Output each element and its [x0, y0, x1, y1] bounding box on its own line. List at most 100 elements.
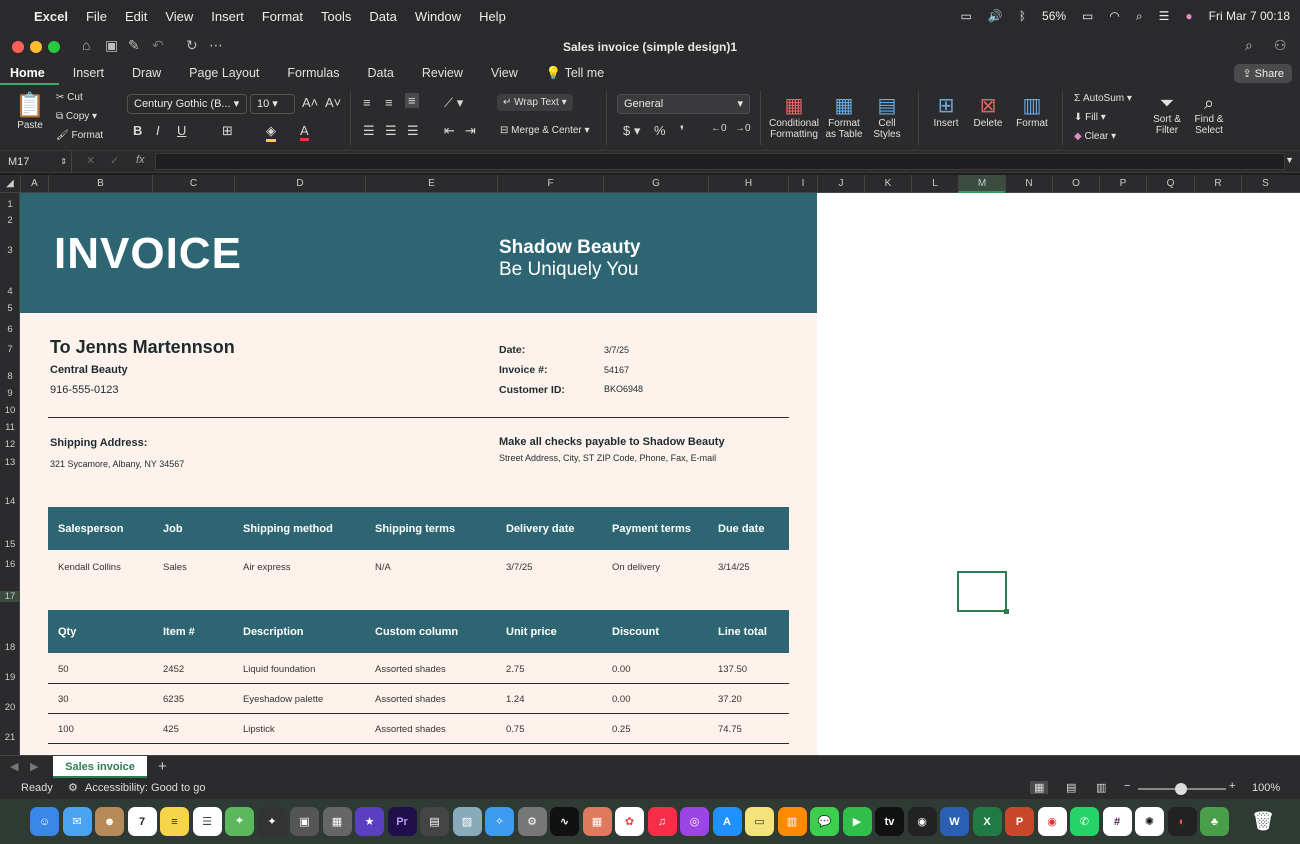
column-header[interactable]: A — [20, 175, 48, 193]
spotlight-icon[interactable]: ⌕ — [1136, 9, 1143, 24]
mail-icon[interactable]: ✉ — [62, 807, 92, 836]
add-sheet-icon[interactable]: + — [158, 758, 167, 775]
table-cell[interactable]: 37.20 — [718, 694, 742, 705]
sort-filter-button[interactable]: ⏷ Sort & Filter — [1148, 93, 1186, 136]
zoom-in-icon[interactable]: + — [1229, 780, 1235, 792]
accessibility-status[interactable]: Accessibility: Good to go — [85, 782, 205, 794]
bluetooth-icon[interactable]: ᛒ — [1019, 9, 1026, 23]
app-store-icon[interactable]: A — [712, 807, 742, 836]
table-header-cell[interactable]: Due date — [718, 523, 764, 535]
redo-icon[interactable]: ↻ — [186, 37, 198, 54]
company-name[interactable]: Shadow Beauty — [499, 237, 640, 259]
sheet-tab-sales-invoice[interactable]: Sales invoice — [53, 756, 147, 778]
chatgpt-icon[interactable]: ✺ — [1135, 807, 1164, 836]
column-header[interactable]: D — [234, 175, 365, 193]
books-icon[interactable]: ▥ — [777, 807, 807, 836]
table-cell[interactable]: Assorted shades — [375, 724, 446, 735]
menu-edit[interactable]: Edit — [116, 9, 156, 24]
row-header[interactable]: 5 — [0, 303, 20, 314]
paste-button[interactable]: 📋 Paste — [12, 91, 48, 131]
slack-icon[interactable]: # — [1102, 807, 1132, 836]
table-cell[interactable]: Liquid foundation — [243, 664, 315, 675]
menu-help[interactable]: Help — [470, 9, 515, 24]
menu-insert[interactable]: Insert — [202, 9, 253, 24]
row-header[interactable]: 6 — [0, 324, 20, 335]
table-cell[interactable]: 50 — [58, 664, 69, 675]
tab-insert[interactable]: Insert — [59, 61, 118, 85]
table-header-cell[interactable]: Delivery date — [506, 523, 574, 535]
podcasts-icon[interactable]: ◎ — [680, 807, 709, 836]
checks-payable-note[interactable]: Make all checks payable to Shadow Beauty — [499, 436, 725, 448]
row-header[interactable]: 13 — [0, 457, 20, 468]
battery-percent[interactable]: 56% — [1042, 9, 1066, 23]
find-select-button[interactable]: ⌕ Find & Select — [1190, 93, 1228, 136]
table-cell[interactable]: 74.75 — [718, 724, 742, 735]
cancel-icon[interactable]: ✕ — [86, 154, 95, 167]
finder-icon[interactable]: ☺ — [30, 807, 59, 836]
table-header-cell[interactable]: Qty — [58, 626, 76, 638]
column-header[interactable]: R — [1194, 175, 1241, 193]
pickup-icon[interactable]: ♣ — [1200, 807, 1229, 836]
calculator-icon[interactable]: ▦ — [322, 807, 352, 836]
zoom-level[interactable]: 100% — [1252, 782, 1280, 794]
excel-icon[interactable]: X — [972, 807, 1002, 836]
prev-sheet-icon[interactable]: ◀ — [10, 760, 18, 773]
table-cell[interactable]: 3/14/25 — [718, 562, 750, 573]
creative-cloud-icon[interactable]: ◐ — [1167, 807, 1197, 836]
expand-formula-icon[interactable]: ▼ — [1285, 155, 1294, 165]
powerpoint-icon[interactable]: P — [1005, 807, 1034, 836]
row-header-selected[interactable]: 17 — [0, 591, 20, 602]
cut-button[interactable]: ✂ Cut — [56, 92, 83, 103]
increase-font-icon[interactable]: A˄ — [302, 95, 318, 110]
name-box[interactable]: M17 ⇕ — [0, 151, 72, 173]
column-header[interactable]: P — [1099, 175, 1146, 193]
column-header[interactable]: G — [603, 175, 708, 193]
tab-data[interactable]: Data — [353, 61, 407, 85]
zoom-slider-thumb[interactable] — [1175, 783, 1187, 795]
save-icon[interactable]: ▣ — [105, 37, 118, 54]
premiere-icon[interactable]: Pr — [387, 807, 417, 836]
row-header[interactable]: 7 — [0, 344, 20, 355]
system-settings-icon[interactable]: ⚙ — [517, 807, 547, 836]
decrease-font-icon[interactable]: A˅ — [325, 95, 341, 110]
currency-icon[interactable]: $ ▾ — [623, 123, 640, 139]
row-header[interactable]: 8 — [0, 371, 20, 382]
decrease-decimal-icon[interactable]: →0 — [735, 123, 751, 134]
row-header[interactable]: 19 — [0, 672, 20, 683]
screen-icon[interactable]: ▭ — [961, 9, 972, 23]
table-header-cell[interactable]: Salesperson — [58, 523, 123, 535]
format-cells-button[interactable]: ▥ Format — [1012, 93, 1052, 129]
table-cell[interactable]: 2.75 — [506, 664, 525, 675]
column-header[interactable]: H — [708, 175, 788, 193]
table-header-cell[interactable]: Shipping method — [243, 523, 333, 535]
contacts-icon[interactable]: ☻ — [95, 807, 124, 836]
tab-home[interactable]: Home — [0, 61, 59, 85]
table-cell[interactable]: 0.25 — [612, 724, 631, 735]
tab-review[interactable]: Review — [408, 61, 477, 85]
menu-view[interactable]: View — [156, 9, 202, 24]
table-header-cell[interactable]: Job — [163, 523, 183, 535]
selected-cell-m17[interactable] — [957, 571, 1009, 614]
clear-button[interactable]: ◆ Clear ▾ — [1074, 131, 1116, 142]
table-header-cell[interactable]: Description — [243, 626, 304, 638]
clock[interactable]: Fri Mar 7 00:18 — [1209, 9, 1290, 23]
date-value[interactable]: 3/7/25 — [604, 345, 629, 355]
comma-icon[interactable]: ❜ — [680, 123, 684, 139]
photos-app-icon[interactable]: ✦ — [257, 807, 287, 836]
orientation-icon[interactable]: ⟋ ▾ — [444, 95, 463, 111]
increase-indent-icon[interactable]: ⇥ — [465, 123, 476, 139]
table-header-cell[interactable]: Shipping terms — [375, 523, 455, 535]
table-cell[interactable]: On delivery — [612, 562, 660, 573]
column-header[interactable]: O — [1052, 175, 1099, 193]
row-header[interactable]: 11 — [0, 422, 20, 433]
activity-monitor-icon[interactable]: ∿ — [550, 807, 579, 836]
photos-icon[interactable]: ✿ — [615, 807, 644, 836]
row-header[interactable]: 12 — [0, 439, 20, 450]
row-header[interactable]: 2 — [0, 215, 20, 226]
page-break-view-icon[interactable]: ▥ — [1096, 781, 1106, 794]
row-header[interactable]: 18 — [0, 642, 20, 653]
column-header[interactable]: F — [497, 175, 603, 193]
preview-icon[interactable]: ▨ — [452, 807, 482, 836]
normal-view-icon[interactable]: ▦ — [1030, 781, 1049, 794]
align-left-icon[interactable]: ☰ — [363, 123, 375, 139]
